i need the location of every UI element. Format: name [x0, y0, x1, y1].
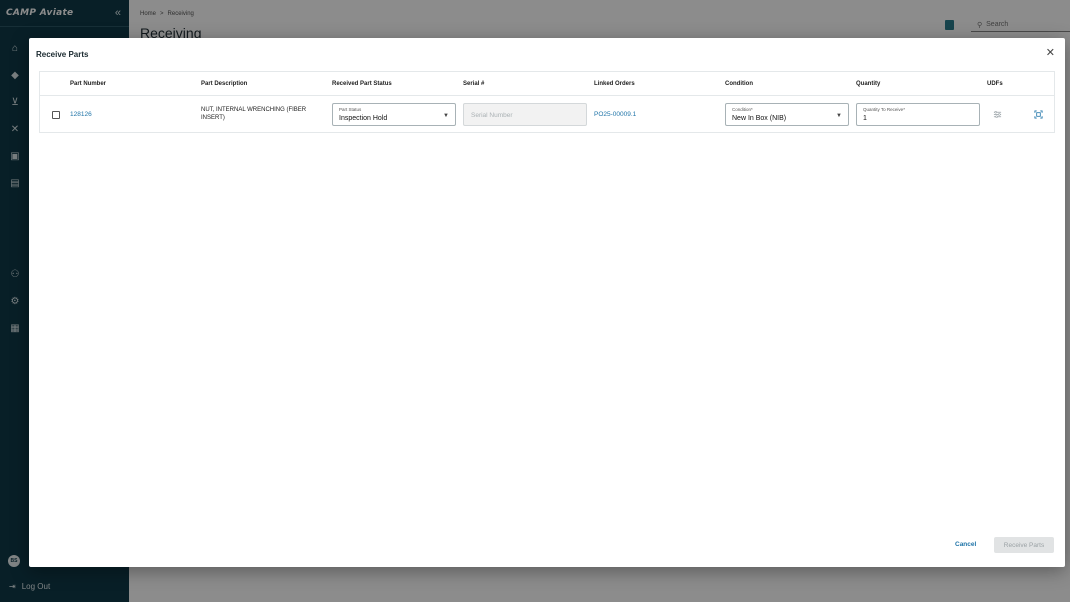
modal-title: Receive Parts — [36, 50, 89, 59]
part-description-line-2: INSERT) — [201, 115, 225, 121]
column-serial: Serial # — [463, 81, 485, 87]
column-received-part-status: Received Part Status — [332, 81, 392, 87]
column-udfs: UDFs — [987, 81, 1003, 87]
part-status-select[interactable]: Part Status Inspection Hold ▼ — [332, 103, 456, 126]
udf-settings-icon[interactable] — [993, 110, 1002, 119]
serial-number-field[interactable]: Serial Number — [463, 103, 587, 126]
quantity-label: Quantity To Receive* — [863, 107, 905, 112]
part-status-label: Part Status — [339, 107, 362, 112]
quantity-value: 1 — [863, 115, 867, 122]
table-row: 128126 NUT, INTERNAL WRENCHING (FIBER IN… — [40, 96, 1054, 133]
part-description-line-1: NUT, INTERNAL WRENCHING (FIBER — [201, 107, 307, 113]
receive-parts-table: Part Number Part Description Received Pa… — [39, 71, 1055, 133]
close-icon[interactable]: ✕ — [1046, 48, 1055, 59]
row-checkbox[interactable] — [52, 111, 60, 119]
linked-order-link[interactable]: PO25-00009.1 — [594, 111, 636, 118]
condition-value: New In Box (NIB) — [732, 115, 787, 122]
column-linked-orders: Linked Orders — [594, 81, 635, 87]
condition-select[interactable]: Condition* New In Box (NIB) ▼ — [725, 103, 849, 126]
scan-icon[interactable] — [1034, 110, 1043, 119]
column-quantity: Quantity — [856, 81, 881, 87]
column-part-description: Part Description — [201, 81, 248, 87]
column-condition: Condition — [725, 81, 753, 87]
condition-label: Condition* — [732, 107, 753, 112]
table-header: Part Number Part Description Received Pa… — [40, 72, 1054, 96]
part-description: NUT, INTERNAL WRENCHING (FIBER INSERT) — [201, 106, 321, 122]
serial-number-placeholder: Serial Number — [471, 112, 513, 119]
receive-parts-modal: Receive Parts ✕ Part Number Part Descrip… — [29, 38, 1065, 567]
part-status-value: Inspection Hold — [339, 115, 388, 122]
cancel-button[interactable]: Cancel — [955, 541, 976, 548]
receive-parts-button[interactable]: Receive Parts — [994, 537, 1054, 553]
quantity-field[interactable]: Quantity To Receive* 1 — [856, 103, 980, 126]
chevron-down-icon: ▼ — [443, 113, 449, 119]
part-number-link[interactable]: 128126 — [70, 111, 92, 118]
chevron-down-icon: ▼ — [836, 113, 842, 119]
column-part-number: Part Number — [70, 81, 107, 87]
